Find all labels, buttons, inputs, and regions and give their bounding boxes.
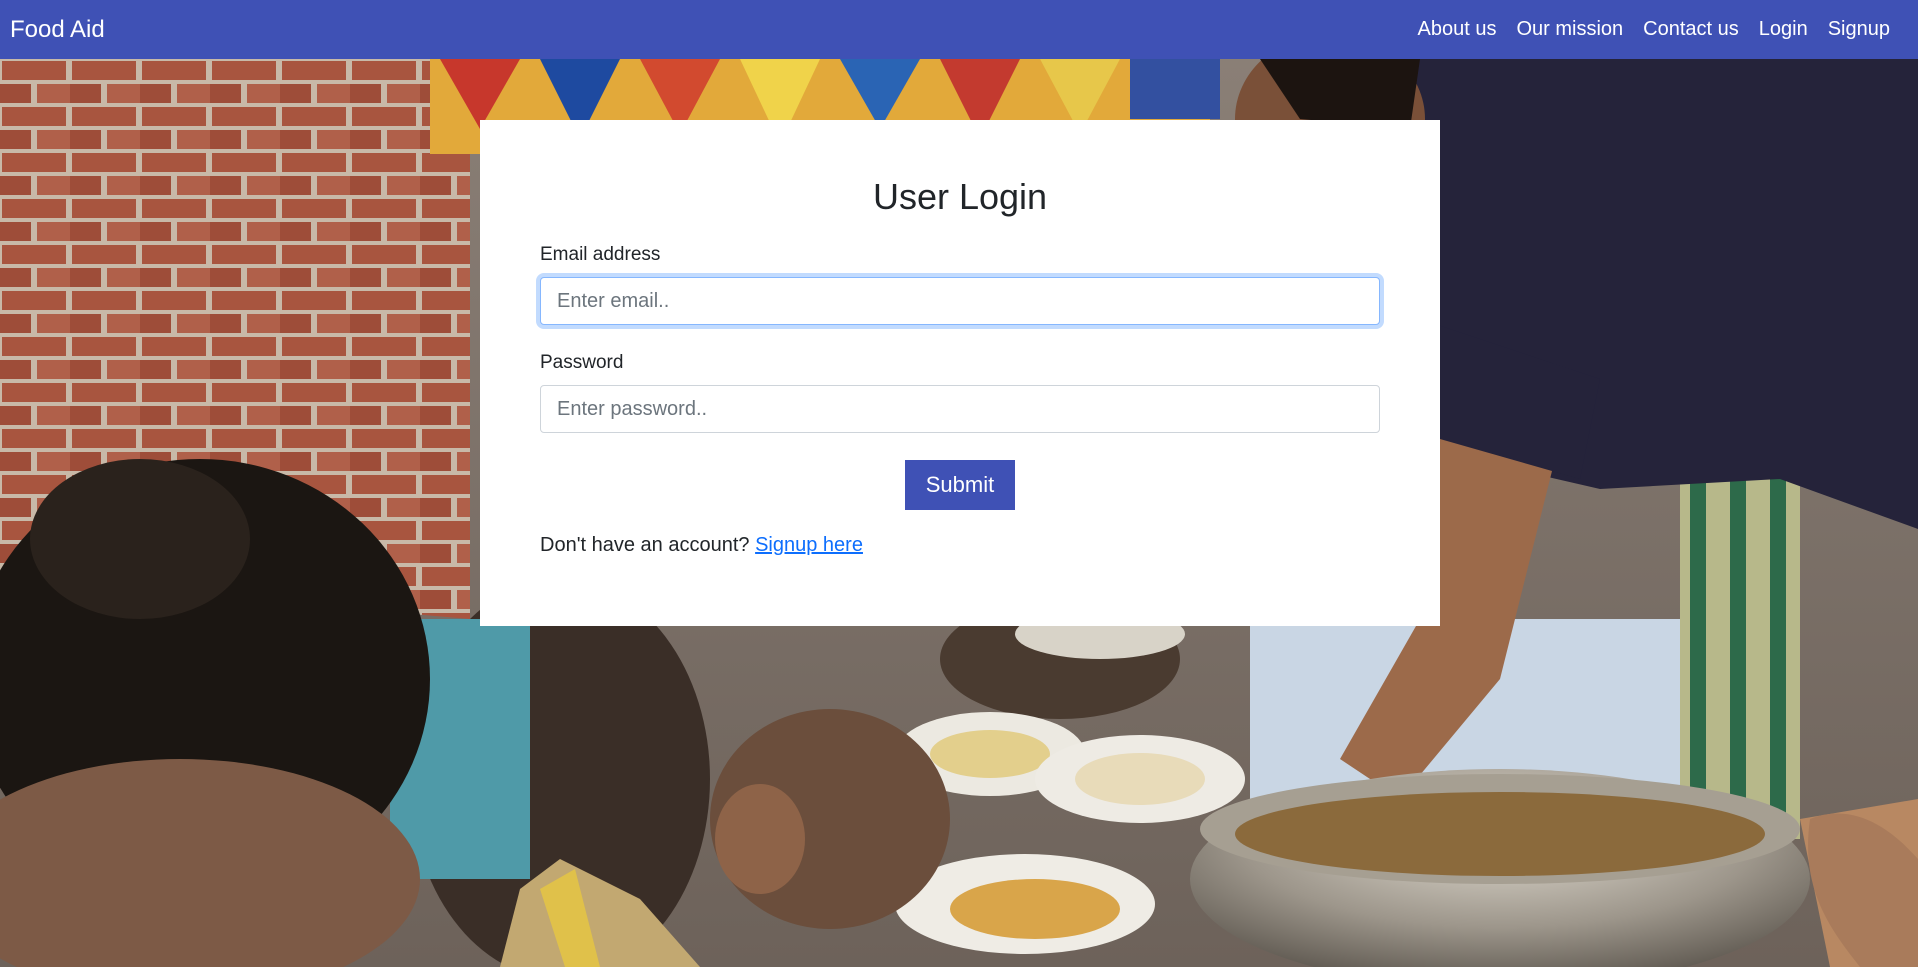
nav-link-signup[interactable]: Signup [1828, 18, 1890, 41]
nav-link-login[interactable]: Login [1759, 18, 1808, 41]
submit-button[interactable]: Submit [905, 460, 1015, 510]
submit-row: Submit [540, 460, 1380, 510]
signup-link[interactable]: Signup here [755, 534, 863, 556]
password-input[interactable] [540, 385, 1380, 433]
navbar: Food Aid About us Our mission Contact us… [0, 0, 1918, 59]
password-label: Password [540, 352, 624, 373]
brand-logo-link[interactable]: Food Aid [10, 16, 105, 44]
signup-prompt-text: Don't have an account? [540, 534, 750, 556]
nav-link-about-us[interactable]: About us [1418, 18, 1497, 41]
login-card: User Login Email address Password Submit… [480, 120, 1440, 626]
login-title: User Login [872, 176, 1048, 217]
email-label: Email address [540, 244, 661, 265]
nav-links: About us Our mission Contact us Login Si… [1398, 18, 1908, 41]
email-input[interactable] [540, 277, 1380, 325]
signup-prompt-row: Don't have an account? Signup here [540, 534, 1380, 557]
nav-link-contact-us[interactable]: Contact us [1643, 18, 1739, 41]
nav-link-our-mission[interactable]: Our mission [1516, 18, 1623, 41]
